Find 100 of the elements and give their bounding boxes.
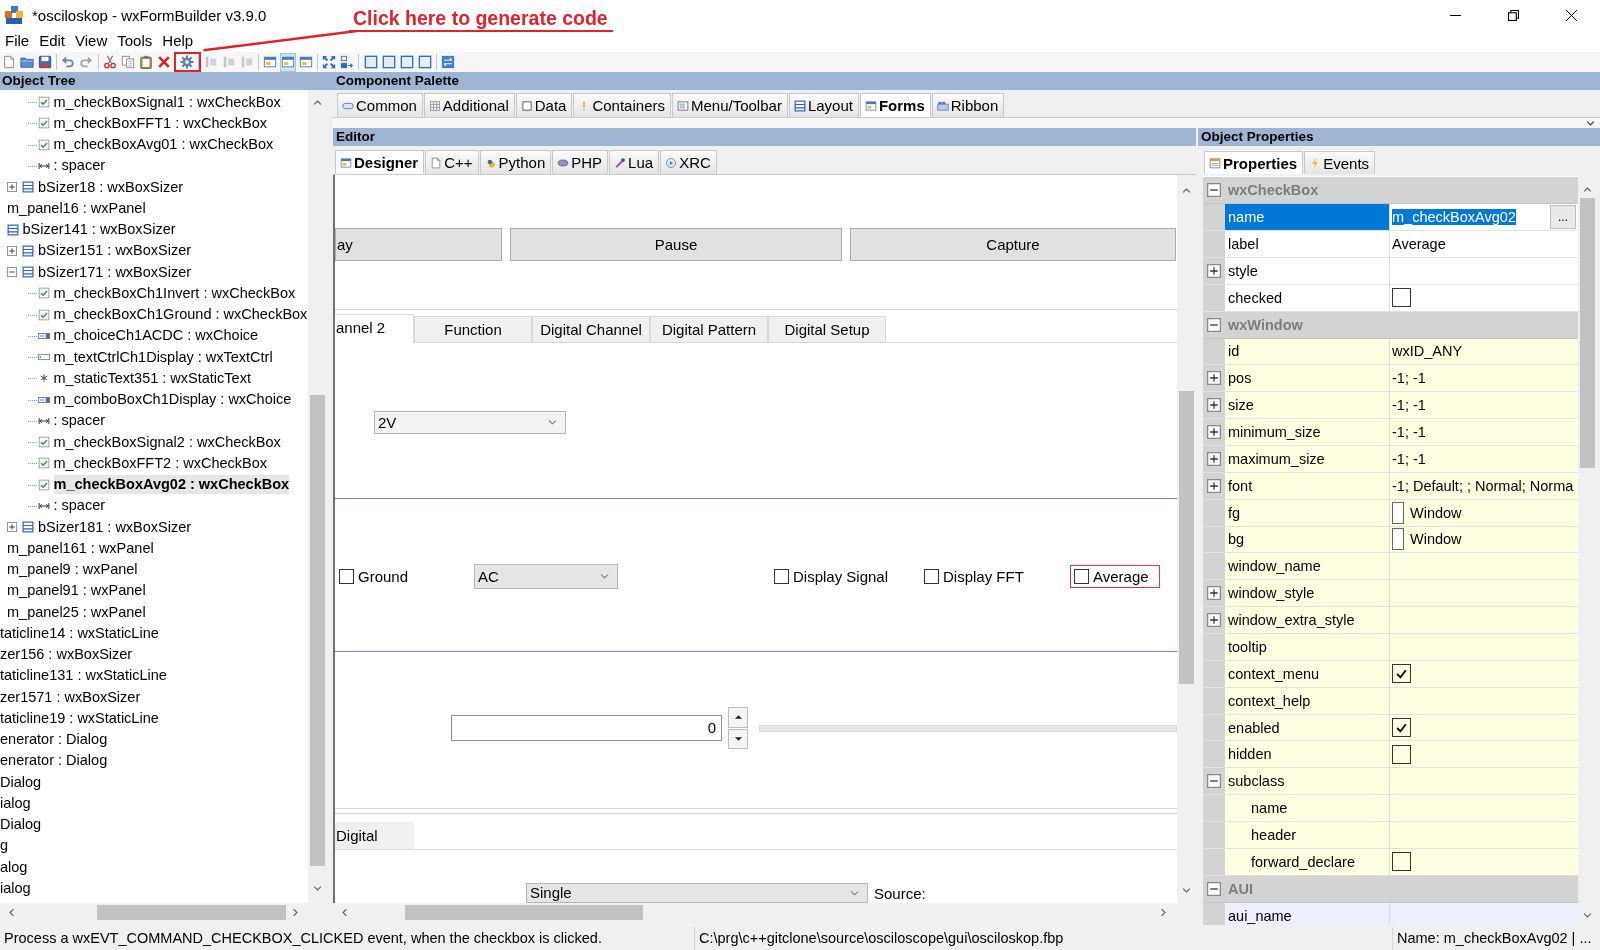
palette-tab[interactable]: Containers <box>573 93 671 117</box>
toolbar-button[interactable] <box>279 52 296 72</box>
property-name[interactable]: name <box>1225 795 1390 821</box>
tree-item[interactable]: m_staticText351 : wxStaticText <box>53 368 251 388</box>
scrollbar-thumb[interactable] <box>405 905 643 920</box>
notebook-tab[interactable]: annel 2 <box>335 314 414 343</box>
property-name[interactable]: font <box>1225 472 1390 499</box>
property-name[interactable]: context_help <box>1225 687 1390 714</box>
palette-tab[interactable]: Additional <box>423 93 515 117</box>
chevron-right-icon[interactable] <box>292 908 298 917</box>
property-name[interactable]: size <box>1225 392 1390 419</box>
tree-item[interactable]: bSizer141 : wxBoxSizer <box>22 220 176 239</box>
chevron-down-icon[interactable] <box>1182 887 1191 893</box>
checkbox[interactable]: Average <box>1070 565 1160 588</box>
tree-item[interactable]: m_textCtrlCh1Display : wxTextCtrl <box>53 347 273 367</box>
form-button[interactable]: ay <box>335 228 502 261</box>
menu-item[interactable]: File <box>0 31 35 51</box>
chevron-left-icon[interactable] <box>8 908 14 917</box>
property-name[interactable]: header <box>1225 822 1390 848</box>
checkbox[interactable] <box>1392 288 1411 308</box>
chevron-right-icon[interactable] <box>1160 908 1166 917</box>
notebook-tab[interactable]: Digital Pattern <box>650 316 768 342</box>
checkbox[interactable]: Display FFT <box>920 565 1035 588</box>
property-name[interactable]: context_menu <box>1225 660 1390 687</box>
tree-item[interactable]: zer156 : wxBoxSizer <box>0 645 133 664</box>
tree-item[interactable]: m_panel91 : wxPanel <box>7 581 146 601</box>
notebook-tab[interactable]: Digital Channel <box>532 316 650 342</box>
tree-item[interactable]: alog <box>0 857 28 877</box>
tree-item[interactable]: zer1571 : wxBoxSizer <box>0 687 141 707</box>
chevron-down-icon[interactable] <box>313 885 322 891</box>
tree-item[interactable]: ialog <box>0 878 31 898</box>
property-name[interactable]: maximum_size <box>1225 446 1390 472</box>
tree-item[interactable]: m_checkBoxSignal2 : wxCheckBox <box>53 432 281 452</box>
checkbox[interactable]: Ground <box>335 565 420 588</box>
property-name[interactable]: name <box>1225 204 1390 231</box>
tree-item[interactable]: enerator : Dialog <box>0 730 108 749</box>
tree-item[interactable]: m_checkBoxCh1Ground : wxCheckBox <box>53 305 308 324</box>
property-name[interactable]: window_extra_style <box>1225 607 1390 633</box>
menu-item[interactable]: Edit <box>34 31 71 51</box>
menu-item[interactable]: Tools <box>112 31 158 51</box>
scrollbar-thumb[interactable] <box>97 905 286 920</box>
scrollbar-thumb[interactable] <box>1179 391 1194 684</box>
chevron-left-icon[interactable] <box>341 908 347 917</box>
tree-item[interactable]: m_panel25 : wxPanel <box>7 602 146 622</box>
notebook-tab[interactable]: Function <box>414 316 532 342</box>
property-name[interactable]: tooltip <box>1225 634 1390 660</box>
checkbox[interactable] <box>1392 664 1411 684</box>
tree-item[interactable]: m_checkBoxSignal1 : wxCheckBox <box>53 92 281 112</box>
notebook-tab[interactable]: Digital Setup <box>768 316 886 342</box>
tree-item[interactable]: bSizer171 : wxBoxSizer <box>38 262 192 282</box>
tree-item[interactable]: ialog <box>0 793 31 813</box>
tree-item[interactable]: enerator : Dialog <box>0 751 108 771</box>
property-name[interactable]: window_name <box>1225 553 1390 580</box>
property-name[interactable]: pos <box>1225 365 1390 392</box>
property-name[interactable]: forward_declare <box>1225 848 1390 875</box>
tree-item[interactable]: m_panel161 : wxPanel <box>7 538 154 558</box>
tree-item[interactable]: m_checkBoxFFT1 : wxCheckBox <box>53 113 268 133</box>
editor-tab[interactable]: XRC <box>660 150 717 174</box>
tree-item[interactable]: bSizer151 : wxBoxSizer <box>38 241 192 261</box>
form-button[interactable]: Pause <box>510 228 842 261</box>
tree-item[interactable]: Dialog <box>0 772 42 792</box>
minus-box-icon[interactable] <box>1207 183 1221 198</box>
tree-item[interactable]: g <box>0 836 9 856</box>
tree-item[interactable]: taticline19 : wxStaticLine <box>0 708 159 728</box>
plus-box-icon[interactable] <box>1207 263 1221 278</box>
property-name[interactable]: enabled <box>1225 714 1390 741</box>
plus-box-icon[interactable] <box>7 522 17 532</box>
property-name[interactable]: label <box>1225 231 1390 257</box>
spin-field[interactable]: 0 <box>451 715 722 741</box>
checkbox[interactable] <box>1392 852 1411 872</box>
scrollbar-thumb[interactable] <box>310 394 325 866</box>
tree-item[interactable]: bSizer18 : wxBoxSizer <box>38 177 184 197</box>
palette-tab[interactable]: Forms <box>859 93 931 117</box>
palette-tab[interactable]: Common <box>337 93 423 117</box>
form-button[interactable]: Capture <box>850 228 1176 261</box>
chevron-down-icon[interactable] <box>1586 120 1595 126</box>
tree-item[interactable]: m_panel16 : wxPanel <box>7 198 146 218</box>
property-name[interactable]: bg <box>1225 526 1390 553</box>
editor-tab[interactable]: C++ <box>425 150 479 174</box>
tree-item[interactable]: m_choiceCh1ACDC : wxChoice <box>53 326 259 346</box>
property-name[interactable]: fg <box>1225 499 1390 526</box>
palette-tab[interactable]: Menu/Toolbar <box>672 93 788 117</box>
notebook-tab[interactable]: Digital <box>335 822 414 849</box>
property-name[interactable]: checked <box>1225 284 1390 311</box>
chevron-up-icon[interactable] <box>1583 186 1592 192</box>
property-name[interactable]: minimum_size <box>1225 419 1390 445</box>
property-name[interactable]: subclass <box>1225 768 1390 795</box>
palette-tab[interactable]: Layout <box>788 93 859 117</box>
menu-item[interactable]: Help <box>157 31 199 51</box>
tree-item[interactable]: : spacer <box>53 496 106 516</box>
checkbox[interactable]: Display Signal <box>770 565 900 588</box>
tree-item[interactable]: bSizer181 : wxBoxSizer <box>38 517 192 537</box>
palette-tab[interactable]: Ribbon <box>931 93 1005 117</box>
editor-tab[interactable]: Python <box>479 150 552 174</box>
scrollbar-thumb[interactable] <box>1580 198 1595 468</box>
chevron-up-icon[interactable] <box>313 99 322 105</box>
tree-item[interactable]: m_comboBoxCh1Display : wxChoice <box>53 390 292 409</box>
plus-box-icon[interactable] <box>7 245 17 256</box>
tree-item[interactable]: taticline14 : wxStaticLine <box>0 623 159 643</box>
browse-button[interactable]: ... <box>1550 205 1576 230</box>
